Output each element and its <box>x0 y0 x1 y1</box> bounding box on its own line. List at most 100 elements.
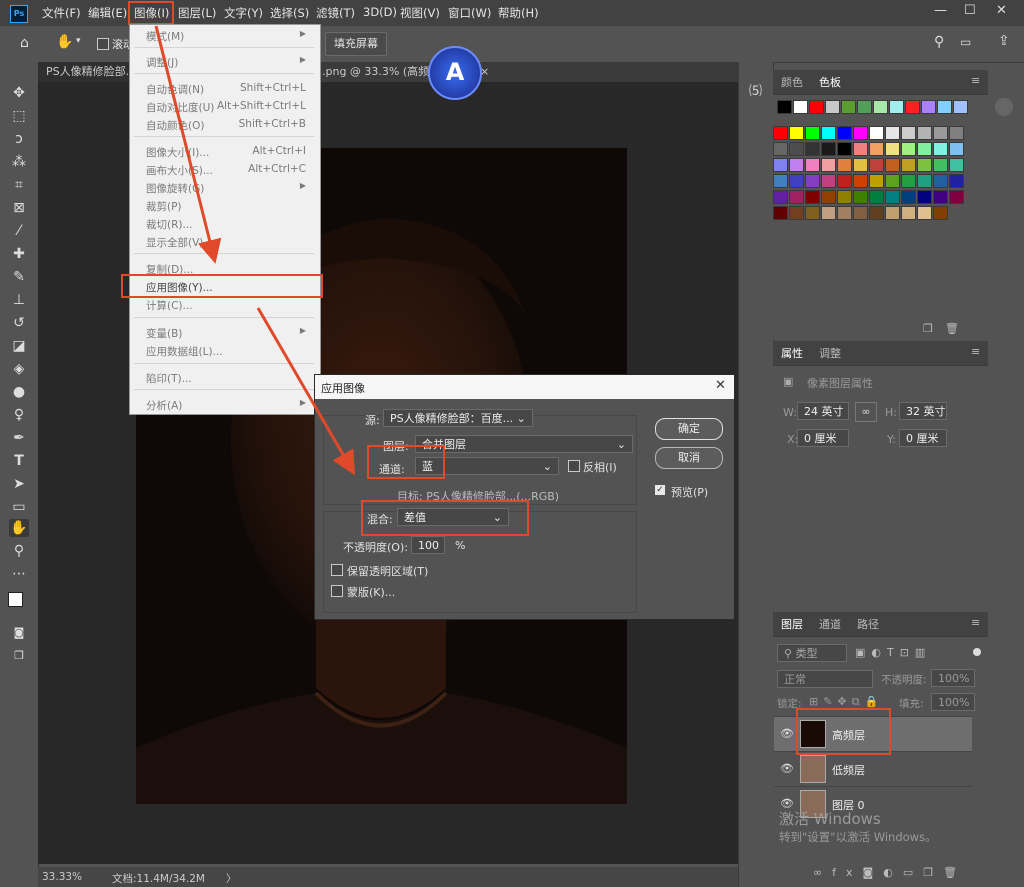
y-field[interactable]: 0 厘米 <box>899 429 947 447</box>
fill-field[interactable]: 100% <box>931 693 975 711</box>
swatch[interactable] <box>933 206 948 220</box>
swatch[interactable] <box>773 174 788 188</box>
swatch[interactable] <box>773 190 788 204</box>
swatch[interactable] <box>773 158 788 172</box>
swatch[interactable] <box>869 190 884 204</box>
swatch[interactable] <box>869 174 884 188</box>
hand-tool-icon[interactable]: ✋ <box>56 34 73 50</box>
swatch[interactable] <box>789 190 804 204</box>
x-field[interactable]: 0 厘米 <box>797 429 849 447</box>
swatch[interactable] <box>901 158 916 172</box>
swatch[interactable] <box>901 190 916 204</box>
rectangle-tool-icon[interactable]: ▭ <box>9 498 29 516</box>
history-brush-icon[interactable]: ↺ <box>9 314 29 332</box>
swatch[interactable] <box>949 142 964 156</box>
swatch[interactable] <box>933 126 948 140</box>
opacity-field[interactable]: 100 <box>411 536 445 554</box>
layer-footer-icons[interactable]: ∞fx◙◐▭❐🗑 <box>813 866 967 879</box>
swatch[interactable] <box>773 206 788 220</box>
swatch[interactable] <box>937 100 952 114</box>
swatch[interactable] <box>821 190 836 204</box>
swatch[interactable] <box>853 158 868 172</box>
tab-color[interactable]: 颜色 <box>781 74 803 90</box>
blur-tool-icon[interactable]: ● <box>9 383 29 401</box>
swatch[interactable] <box>821 174 836 188</box>
bucket-tool-icon[interactable]: ◈ <box>9 360 29 378</box>
close-icon[interactable]: ✕ <box>996 3 1007 18</box>
frame-tool-icon[interactable]: ⊠ <box>9 199 29 217</box>
visibility-eye-icon[interactable]: 👁 <box>780 727 794 740</box>
swatch[interactable] <box>821 206 836 220</box>
swatch[interactable] <box>837 174 852 188</box>
dialog-close-icon[interactable]: ✕ <box>715 378 726 393</box>
panel-menu-icon[interactable]: ≡ <box>971 74 980 87</box>
menu-layer[interactable]: 图层(L) <box>178 5 216 21</box>
swatch[interactable] <box>933 174 948 188</box>
menu-item-trap[interactable]: 陷印(T)... <box>146 371 192 386</box>
quick-select-tool-icon[interactable]: ⁂ <box>9 153 29 171</box>
swatch[interactable] <box>805 142 820 156</box>
swatch[interactable] <box>869 158 884 172</box>
source-select[interactable]: PS人像精修脸部：百度... ⌄ <box>383 409 533 427</box>
swatch[interactable] <box>905 100 920 114</box>
tab-paths[interactable]: 路径 <box>857 616 879 632</box>
swatch[interactable] <box>837 206 852 220</box>
layer-filter-select[interactable]: ⚲ 类型 <box>777 644 847 662</box>
swatch[interactable] <box>873 100 888 114</box>
swatch[interactable] <box>889 100 904 114</box>
stamp-tool-icon[interactable]: ⊥ <box>9 291 29 309</box>
tab-channels[interactable]: 通道 <box>819 616 841 632</box>
swatch[interactable] <box>885 142 900 156</box>
history-panel-icon[interactable]: ⑸ <box>749 80 762 99</box>
minimize-icon[interactable]: — <box>934 3 947 18</box>
menu-item-analysis[interactable]: 分析(A) <box>146 398 182 413</box>
fill-screen-button[interactable]: 填充屏幕 <box>325 32 387 56</box>
menu-select[interactable]: 选择(S) <box>270 5 309 21</box>
maximize-icon[interactable]: ☐ <box>964 3 976 18</box>
search-icon[interactable]: ⚲ <box>934 34 944 50</box>
tab-adjustments[interactable]: 调整 <box>819 345 841 361</box>
swatch[interactable] <box>857 100 872 114</box>
swatch[interactable] <box>793 100 808 114</box>
swatch[interactable] <box>953 100 968 114</box>
menu-edit[interactable]: 编辑(E) <box>88 5 127 21</box>
menu-type[interactable]: 文字(Y) <box>224 5 263 21</box>
crop-tool-icon[interactable]: ⌗ <box>9 176 29 194</box>
lasso-tool-icon[interactable]: ↄ <box>9 130 29 148</box>
home-icon[interactable]: ⌂ <box>20 35 29 51</box>
swatch[interactable] <box>837 142 852 156</box>
swatch[interactable] <box>917 142 932 156</box>
menu-file[interactable]: 文件(F) <box>42 5 81 21</box>
eraser-tool-icon[interactable]: ◪ <box>9 337 29 355</box>
swatch[interactable] <box>885 174 900 188</box>
share-icon[interactable]: ⇪ <box>998 33 1010 49</box>
preserve-transparency-checkbox[interactable] <box>331 564 343 576</box>
swatch[interactable] <box>789 126 804 140</box>
swatch[interactable] <box>805 190 820 204</box>
menu-3d[interactable]: 3D(D) <box>363 5 397 19</box>
new-swatch-icon[interactable]: ❐ <box>923 322 933 335</box>
menu-item-image-rotation[interactable]: 图像旋转(G) <box>146 181 204 196</box>
swatch[interactable] <box>789 142 804 156</box>
swatch[interactable] <box>773 126 788 140</box>
tab-properties[interactable]: 属性 <box>781 345 803 361</box>
swatch[interactable] <box>853 142 868 156</box>
quick-mask-icon[interactable]: ◙ <box>9 624 29 642</box>
swatch[interactable] <box>949 190 964 204</box>
cancel-button[interactable]: 取消 <box>655 447 723 469</box>
healing-tool-icon[interactable]: ✚ <box>9 245 29 263</box>
swatch[interactable] <box>837 158 852 172</box>
blend-mode-select[interactable]: 正常 <box>777 670 873 688</box>
screen-mode-icon[interactable]: ❐ <box>9 647 29 665</box>
visibility-eye-icon[interactable]: 👁 <box>780 762 794 775</box>
swatch[interactable] <box>933 158 948 172</box>
swatch[interactable] <box>777 100 792 114</box>
link-dimensions-icon[interactable]: ∞ <box>855 402 877 422</box>
workspace-icon[interactable]: ▭ <box>960 35 971 49</box>
swatch[interactable] <box>933 142 948 156</box>
swatch[interactable] <box>805 206 820 220</box>
mask-checkbox[interactable] <box>331 585 343 597</box>
dodge-tool-icon[interactable]: ♀ <box>9 406 29 424</box>
invert-checkbox[interactable] <box>568 460 580 472</box>
swatch[interactable] <box>869 206 884 220</box>
